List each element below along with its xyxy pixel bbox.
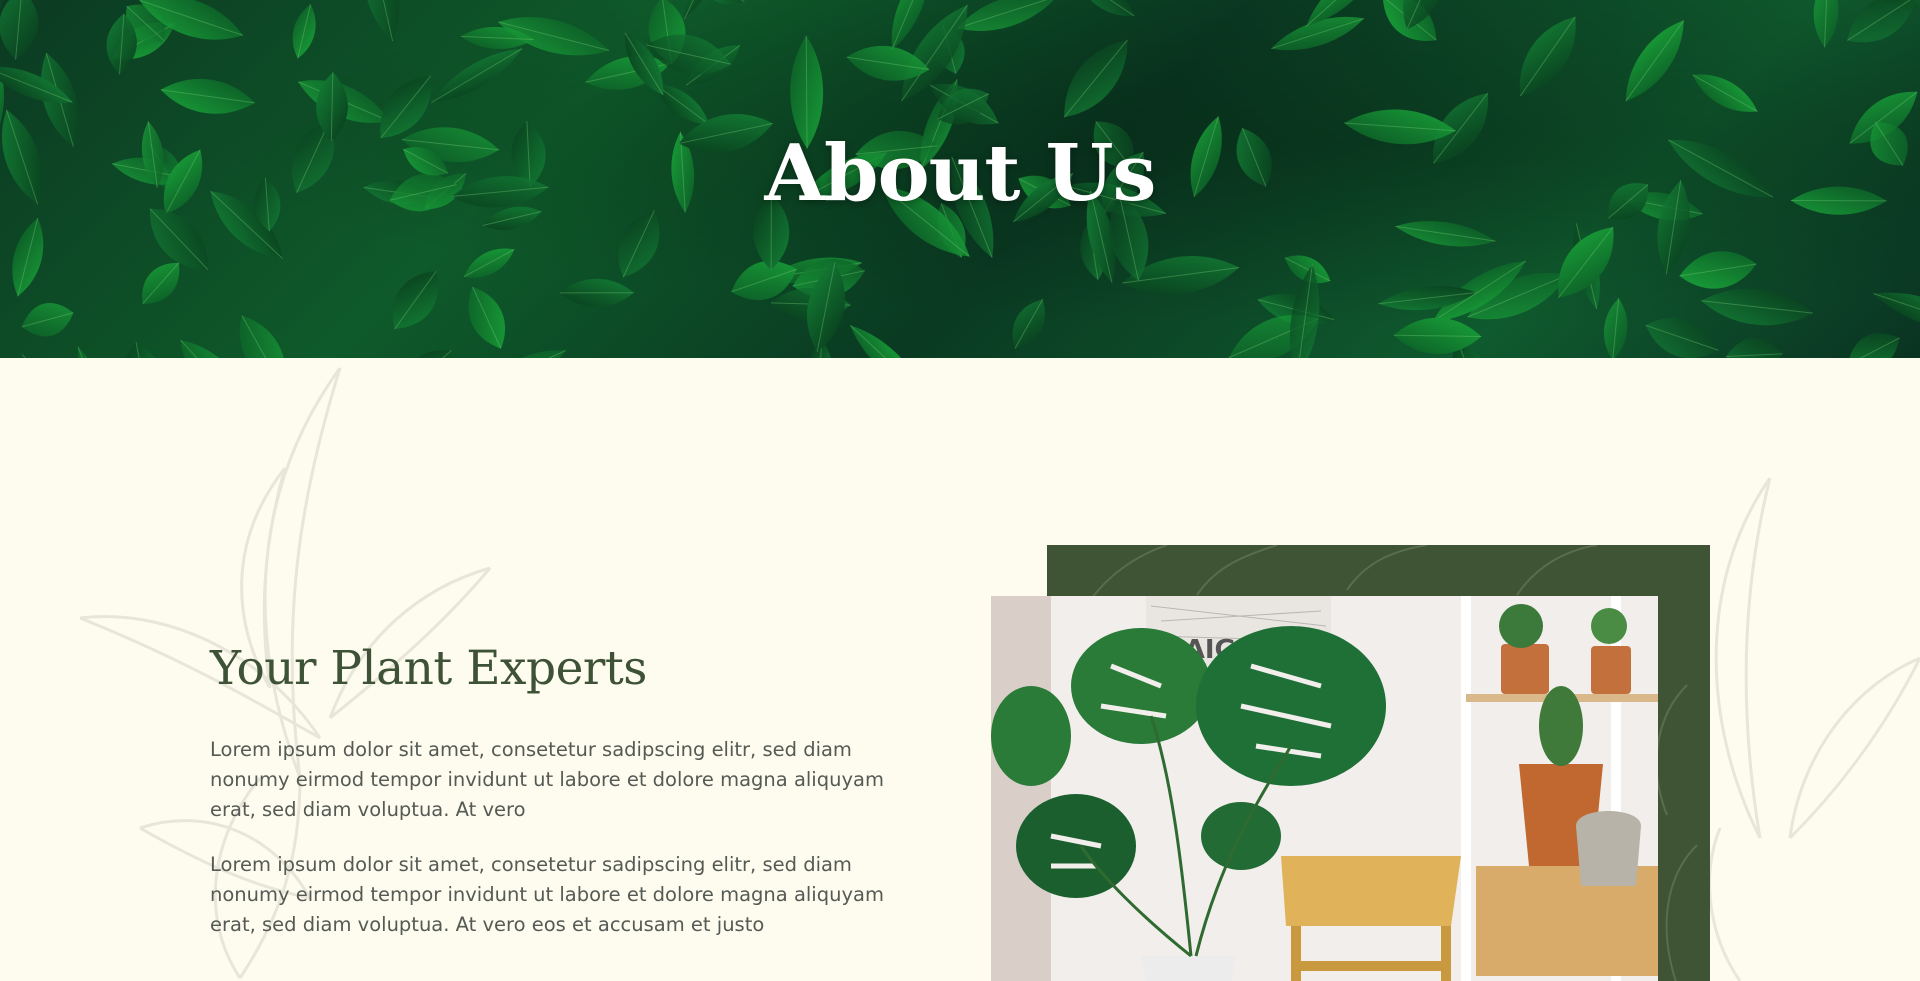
about-section: Your Plant Experts Lorem ipsum dolor sit… bbox=[0, 358, 1920, 981]
paragraph-1: Lorem ipsum dolor sit amet, consetetur s… bbox=[210, 738, 884, 821]
hero-banner: About Us bbox=[0, 0, 1920, 358]
page-title: About Us bbox=[764, 128, 1157, 219]
paragraph-2: Lorem ipsum dolor sit amet, consetetur s… bbox=[210, 853, 884, 936]
plants-photo: SAIGON bbox=[991, 596, 1658, 981]
section-heading: Your Plant Experts bbox=[210, 641, 647, 696]
